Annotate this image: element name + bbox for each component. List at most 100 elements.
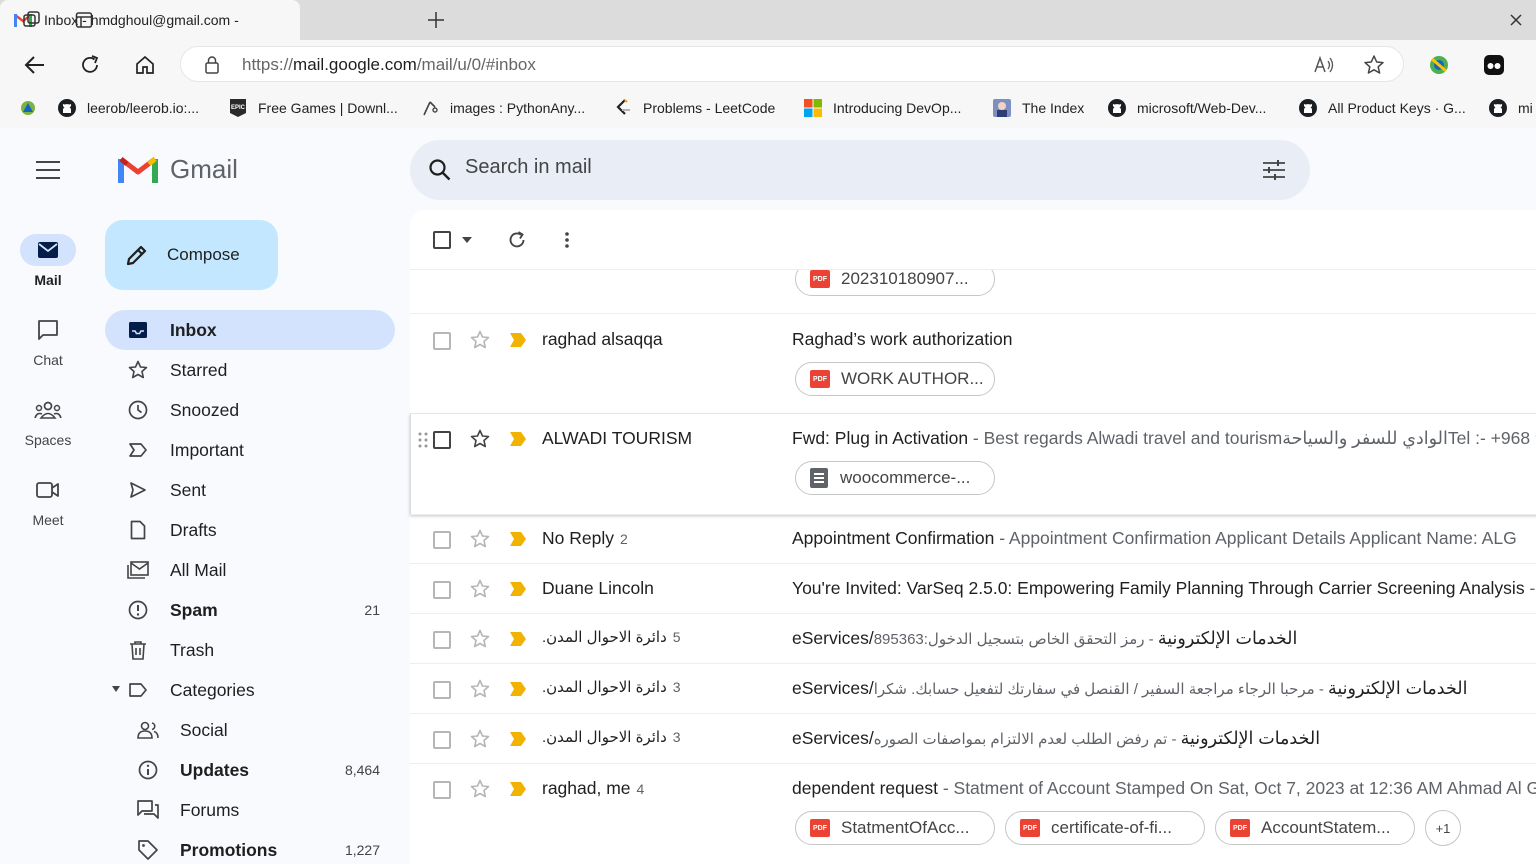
nav-promotions[interactable]: Promotions 1,227 <box>105 830 395 864</box>
workspaces-icon[interactable] <box>18 6 46 34</box>
important-marker-icon[interactable] <box>510 682 526 696</box>
email-row-civil-affairs-3[interactable]: دائرة الاحوال المدن. 3 eServices/الخدمات … <box>410 714 1536 764</box>
gmail-logo[interactable]: Gmail <box>118 154 238 185</box>
bookmark-mi[interactable]: mi <box>1488 96 1533 120</box>
nav-starred[interactable]: Starred <box>105 350 395 390</box>
refresh-icon[interactable] <box>75 50 105 80</box>
favorite-star-icon[interactable] <box>1363 54 1385 76</box>
drag-handle-icon[interactable] <box>418 432 428 448</box>
row-checkbox[interactable] <box>433 332 451 350</box>
bookmark-devops[interactable]: Introducing DevOp... <box>803 96 961 120</box>
email-row-civil-affairs-1[interactable]: دائرة الاحوال المدن. 5 eServices/الخدمات … <box>410 614 1536 664</box>
important-marker-icon[interactable] <box>510 532 526 546</box>
people-icon <box>137 719 159 741</box>
star-toggle-icon[interactable] <box>470 679 490 699</box>
email-row-civil-affairs-2[interactable]: دائرة الاحوال المدن. 3 eServices/الخدمات … <box>410 664 1536 714</box>
attachment-chip[interactable]: PDF WORK AUTHOR... <box>795 362 995 396</box>
search-input[interactable] <box>465 156 1225 179</box>
star-toggle-icon[interactable] <box>470 579 490 599</box>
url-text[interactable]: https://mail.google.com/mail/u/0/#inbox <box>242 55 536 75</box>
important-marker-icon[interactable] <box>510 432 526 446</box>
search-icon[interactable] <box>428 158 452 182</box>
back-icon[interactable] <box>20 50 50 80</box>
important-marker-icon[interactable] <box>510 782 526 796</box>
tab-actions-icon[interactable] <box>70 6 98 34</box>
close-tab-icon[interactable] <box>1506 10 1526 30</box>
bookmark-web-dev[interactable]: microsoft/Web-Dev... <box>1107 96 1266 120</box>
nav-social[interactable]: Social <box>105 710 395 750</box>
browser-tab-bar: Inbox - hmdghoul@gmail.com - <box>0 0 1536 40</box>
star-toggle-icon[interactable] <box>470 629 490 649</box>
nav-spam[interactable]: Spam 21 <box>105 590 395 630</box>
row-checkbox[interactable] <box>433 581 451 599</box>
email-row-duane-lincoln[interactable]: Duane Lincoln You're Invited: VarSeq 2.5… <box>410 564 1536 614</box>
expand-arrow-icon[interactable] <box>111 685 121 693</box>
nav-drafts[interactable]: Drafts <box>105 510 395 550</box>
main-menu-icon[interactable] <box>24 154 72 186</box>
row-checkbox[interactable] <box>433 631 451 649</box>
bookmark-leetcode[interactable]: Problems - LeetCode <box>613 96 775 120</box>
nav-all-mail[interactable]: All Mail <box>105 550 395 590</box>
row-checkbox[interactable] <box>433 731 451 749</box>
row-checkbox[interactable] <box>433 531 451 549</box>
extension-icon[interactable] <box>1424 50 1454 80</box>
nav-forums[interactable]: Forums <box>105 790 395 830</box>
more-options-icon[interactable] <box>564 231 570 249</box>
email-row-no-reply[interactable]: No Reply 2 Appointment Confirmation - App… <box>410 515 1536 564</box>
search-bar[interactable] <box>410 140 1310 200</box>
lock-icon[interactable] <box>203 55 221 75</box>
pencil-icon <box>125 243 149 267</box>
new-tab-icon[interactable] <box>424 8 448 32</box>
important-marker-icon[interactable] <box>510 333 526 347</box>
nav-categories-label: Categories <box>170 679 255 700</box>
attachment-chip[interactable]: PDF AccountStatem... <box>1215 811 1415 845</box>
nav-all-mail-label: All Mail <box>170 559 227 580</box>
read-aloud-icon[interactable] <box>1313 55 1335 75</box>
attachment-chip[interactable]: PDF StatmentOfAcc... <box>795 811 995 845</box>
nav-categories[interactable]: Categories <box>105 670 395 710</box>
row-checkbox[interactable] <box>433 431 451 449</box>
bookmark-epic-games[interactable]: EPIC Free Games | Downl... <box>228 96 398 120</box>
attachment-chip[interactable]: PDF certificate-of-fi... <box>1005 811 1205 845</box>
site-favicon-icon[interactable] <box>18 98 38 118</box>
nav-updates[interactable]: Updates 8,464 <box>105 750 395 790</box>
nav-important[interactable]: Important <box>105 430 395 470</box>
bookmark-the-index[interactable]: The Index <box>992 96 1084 120</box>
star-toggle-icon[interactable] <box>470 330 490 350</box>
compose-button[interactable]: Compose <box>105 220 278 290</box>
rail-mail[interactable]: Mail <box>0 234 96 288</box>
search-options-icon[interactable] <box>1262 158 1286 182</box>
all-mail-icon <box>127 559 149 581</box>
address-bar[interactable]: https://mail.google.com/mail/u/0/#inbox <box>180 46 1404 82</box>
send-icon <box>127 479 149 501</box>
bookmark-pythonanywhere[interactable]: images : PythonAny... <box>420 96 585 120</box>
star-toggle-icon[interactable] <box>470 529 490 549</box>
select-dropdown-icon[interactable] <box>462 237 472 243</box>
star-toggle-icon[interactable] <box>470 729 490 749</box>
attachment-chip[interactable]: woocommerce-... <box>795 461 995 495</box>
important-marker-icon[interactable] <box>510 732 526 746</box>
rail-meet[interactable]: Meet <box>0 474 96 528</box>
more-attachments-chip[interactable]: +1 <box>1425 810 1461 846</box>
nav-inbox[interactable]: Inbox <box>105 310 395 350</box>
select-all-checkbox[interactable] <box>433 231 451 249</box>
row-checkbox[interactable] <box>433 681 451 699</box>
star-toggle-icon[interactable] <box>470 429 490 449</box>
bookmark-product-keys[interactable]: All Product Keys · G... <box>1298 96 1466 120</box>
rail-spaces[interactable]: Spaces <box>0 394 96 448</box>
nav-sent[interactable]: Sent <box>105 470 395 510</box>
rail-chat[interactable]: Chat <box>0 314 96 368</box>
row-checkbox[interactable] <box>433 781 451 799</box>
important-marker-icon[interactable] <box>510 632 526 646</box>
nav-snoozed[interactable]: Snoozed <box>105 390 395 430</box>
email-row-raghad-me[interactable]: raghad, me 4 dependent request - Statment… <box>410 764 1536 864</box>
important-marker-icon[interactable] <box>510 582 526 596</box>
home-icon[interactable] <box>130 50 160 80</box>
star-toggle-icon[interactable] <box>470 779 490 799</box>
refresh-mail-icon[interactable] <box>507 230 527 250</box>
nav-trash[interactable]: Trash <box>105 630 395 670</box>
bookmark-leerob[interactable]: leerob/leerob.io:... <box>57 96 199 120</box>
email-row-alwadi-tourism[interactable]: ALWADI TOURISM Fwd: Plug in Activation -… <box>410 414 1536 515</box>
email-row-raghad-alsaqqa[interactable]: raghad alsaqqa Raghad’s work authorizati… <box>410 314 1536 414</box>
profile-extension-icon[interactable] <box>1479 50 1509 80</box>
